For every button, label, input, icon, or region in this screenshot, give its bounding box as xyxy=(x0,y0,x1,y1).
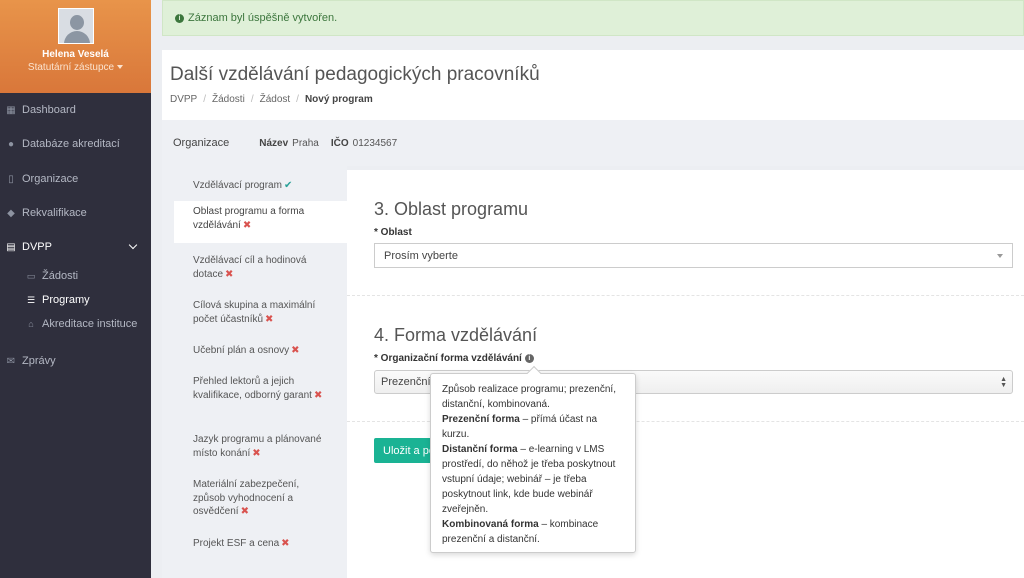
info-icon: i xyxy=(175,13,184,23)
breadcrumb-zadosti[interactable]: Žádosti xyxy=(212,94,245,105)
section-title-oblast: 3. Oblast programu xyxy=(374,199,529,219)
step-oblast-programu[interactable]: Oblast programu a forma vzdělávání ✖ xyxy=(174,201,347,243)
forma-help-tooltip: Způsob realizace programu; prezenční, di… xyxy=(430,365,636,553)
cross-icon: ✖ xyxy=(313,389,323,401)
field-label-oblast: * Oblast xyxy=(374,227,412,238)
field-label-forma: * Organizační forma vzdělávání i xyxy=(374,353,534,364)
step-projekt-esf[interactable]: Projekt ESF a cena ✖ xyxy=(174,533,347,555)
org-ico-key: IČO xyxy=(330,137,349,149)
caret-down-icon xyxy=(117,65,124,70)
step-jazyk-programu[interactable]: Jazyk programu a plánované místo konání ✖ xyxy=(174,429,347,464)
cross-icon: ✖ xyxy=(240,506,249,517)
tooltip-intro: Způsob realizace programu; prezenční, di… xyxy=(442,384,616,410)
oblast-select[interactable]: Prosím vyberte xyxy=(374,243,1013,268)
section-divider xyxy=(347,295,1024,296)
sidebar-item-zpravy[interactable]: ✉ Zprávy xyxy=(0,350,151,372)
page-title: Další vzdělávání pedagogických pracovník… xyxy=(170,64,540,85)
envelope-icon: ✉ xyxy=(6,355,16,367)
wizard-steps: Vzdělávací program ✔ Oblast programu a fo… xyxy=(162,166,347,578)
sidebar-item-rekvalifikace[interactable]: ◆ Rekvalifikace xyxy=(0,202,151,224)
user-name: Helena Veselá xyxy=(42,49,109,60)
step-vzdelavaci-cil[interactable]: Vzdělávací cíl a hodinová dotace ✖ xyxy=(174,250,347,285)
list-icon: ☰ xyxy=(26,294,36,305)
cross-icon: ✖ xyxy=(265,313,274,325)
sidebar-subitem-akreditace-instituce[interactable]: ⌂ Akreditace instituce xyxy=(0,314,151,334)
tooltip-term: Prezenční forma xyxy=(442,414,520,425)
sidebar-item-dashboard[interactable]: ▦ Dashboard xyxy=(0,99,151,121)
info-icon[interactable]: i xyxy=(524,353,534,363)
breadcrumb: DVPP / Žádosti / Žádost / Nový program xyxy=(170,94,373,105)
cross-icon: ✖ xyxy=(225,268,234,280)
organization-bar: Organizace Název Praha IČO 01234567 xyxy=(162,120,1024,166)
step-vzdelavaci-program[interactable]: Vzdělávací program ✔ xyxy=(174,175,347,197)
org-name-value: Praha xyxy=(292,137,319,149)
cross-icon: ✖ xyxy=(281,538,290,549)
check-icon: ✔ xyxy=(283,180,293,191)
avatar[interactable] xyxy=(57,8,94,44)
sidebar-subitem-programy[interactable]: ☰ Programy xyxy=(0,290,151,310)
cross-icon: ✖ xyxy=(242,219,252,231)
breadcrumb-current: Nový program xyxy=(304,94,373,105)
globe-icon: ● xyxy=(7,138,15,150)
step-cilova-skupina[interactable]: Cílová skupina a maximální počet účastní… xyxy=(174,295,347,330)
updown-arrows-icon: ▲ ▼ xyxy=(1000,376,1007,389)
step-ucebni-plan[interactable]: Učební plán a osnovy ✖ xyxy=(174,340,347,362)
chevron-down-icon xyxy=(128,240,138,250)
graduation-cap-icon: ◆ xyxy=(7,207,15,219)
file-icon: ▭ xyxy=(26,270,36,281)
step-prehled-lektoru[interactable]: Přehled lektorů a jejich kvalifikace, od… xyxy=(174,371,347,406)
org-name-key: Název xyxy=(259,137,289,149)
institution-icon: ⌂ xyxy=(28,319,34,329)
tooltip-term: Distanční forma xyxy=(442,444,518,455)
org-ico-value: 01234567 xyxy=(352,137,398,149)
sidebar-subitem-zadosti[interactable]: ▭ Žádosti xyxy=(0,266,151,286)
profile-panel: Helena Veselá Statutární zástupce xyxy=(0,0,151,93)
section-title-forma: 4. Forma vzdělávání xyxy=(374,325,538,345)
sidebar-item-organizace[interactable]: ▯ Organizace xyxy=(0,168,151,190)
chevron-down-icon xyxy=(997,254,1003,258)
sidebar-item-databaze-akreditaci[interactable]: ● Databáze akreditací xyxy=(0,133,151,155)
sidebar: Helena Veselá Statutární zástupce ▦ Dash… xyxy=(0,0,151,578)
alert-text: Záznam byl úspěšně vytvořen. xyxy=(188,12,338,24)
sidebar-item-dvpp[interactable]: ▤ DVPP xyxy=(0,236,151,258)
dashboard-icon: ▦ xyxy=(6,104,16,116)
page-header: Další vzdělávání pedagogických pracovník… xyxy=(162,50,1024,120)
breadcrumb-dvpp[interactable]: DVPP xyxy=(170,94,197,105)
tooltip-term: Kombinovaná forma xyxy=(442,519,539,530)
breadcrumb-zadost[interactable]: Žádost xyxy=(260,94,291,105)
cross-icon: ✖ xyxy=(252,447,261,459)
book-icon: ▤ xyxy=(6,241,16,253)
step-materialni-zabezpeceni[interactable]: Materiální zabezpečení, způsob vyhodnoce… xyxy=(174,474,347,523)
user-role-dropdown[interactable]: Statutární zástupce xyxy=(0,62,151,73)
building-icon: ▯ xyxy=(8,173,14,185)
cross-icon: ✖ xyxy=(291,345,300,356)
organization-label: Organizace xyxy=(173,137,230,149)
success-alert: i Záznam byl úspěšně vytvořen. xyxy=(162,0,1024,36)
